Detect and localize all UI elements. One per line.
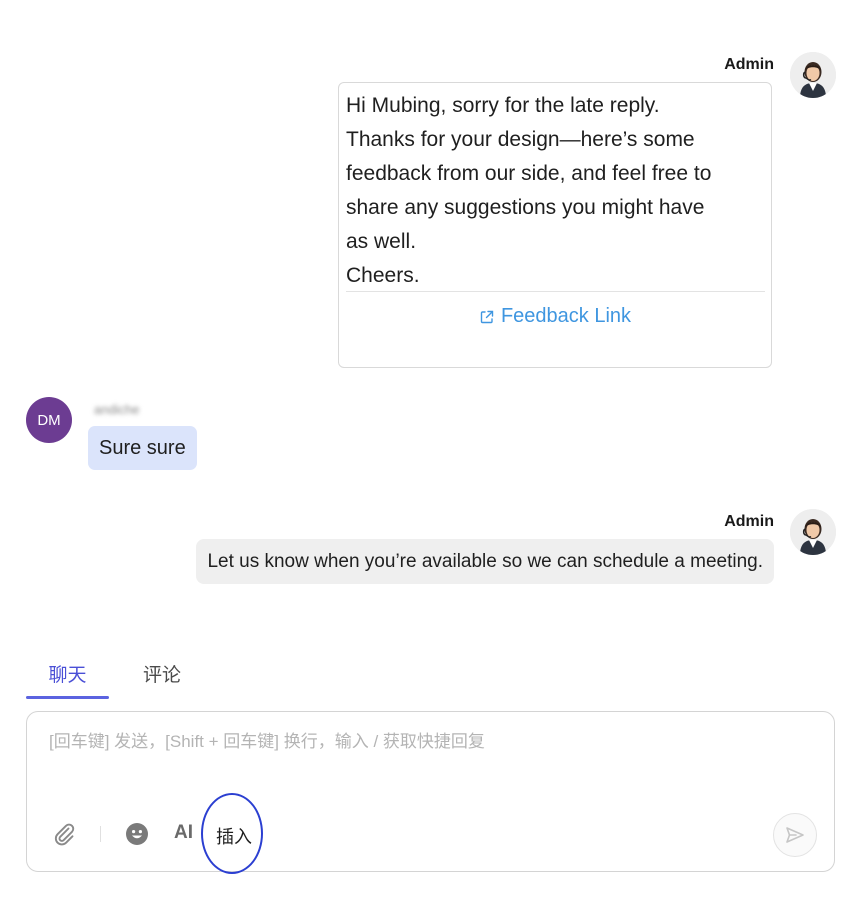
user-avatar-initials[interactable]: DM (26, 397, 72, 443)
send-button[interactable] (773, 813, 817, 857)
card-divider (346, 291, 765, 292)
message-bubble-user: Sure sure (88, 426, 197, 470)
emoji-button[interactable] (125, 822, 149, 851)
person-avatar-image (790, 52, 836, 98)
emoji-icon (126, 823, 148, 845)
ai-button[interactable]: AI (174, 822, 193, 844)
message-line: as well. (346, 230, 417, 253)
message-input[interactable] (49, 732, 809, 752)
tab-comments[interactable]: 评论 (143, 660, 181, 687)
person-avatar-image (790, 509, 836, 555)
message-line: share any suggestions you might have (346, 196, 705, 219)
sender-name-blurred: andiche (94, 402, 140, 417)
message-composer: AI 插入 (26, 711, 835, 872)
external-link-icon (480, 310, 494, 324)
attach-button[interactable] (51, 820, 77, 851)
feedback-link[interactable]: Feedback Link (339, 305, 771, 328)
sender-name-admin: Admin (724, 513, 774, 530)
toolbar-divider (100, 826, 101, 842)
chat-page: Admin Hi Mubing, sorry for the late repl… (0, 0, 866, 906)
admin-avatar[interactable] (790, 509, 836, 555)
admin-avatar[interactable] (790, 52, 836, 98)
active-tab-indicator (26, 696, 109, 699)
message-line: Cheers. (346, 264, 420, 287)
message-line: Thanks for your design—here’s some (346, 128, 695, 151)
message-bubble-admin: Let us know when you’re available so we … (196, 539, 774, 584)
message-line: Hi Mubing, sorry for the late reply. (346, 94, 660, 117)
paperclip-icon (54, 823, 75, 846)
tab-chat[interactable]: 聊天 (26, 660, 109, 687)
insert-button[interactable]: 插入 (216, 823, 252, 849)
message-text: Hi Mubing, sorry for the late reply. Tha… (346, 89, 711, 293)
message-card-admin: Hi Mubing, sorry for the late reply. Tha… (338, 82, 772, 368)
send-icon (786, 827, 804, 843)
feedback-link-label: Feedback Link (500, 305, 632, 327)
message-line: feedback from our side, and feel free to (346, 162, 712, 185)
sender-name-admin: Admin (724, 56, 774, 73)
